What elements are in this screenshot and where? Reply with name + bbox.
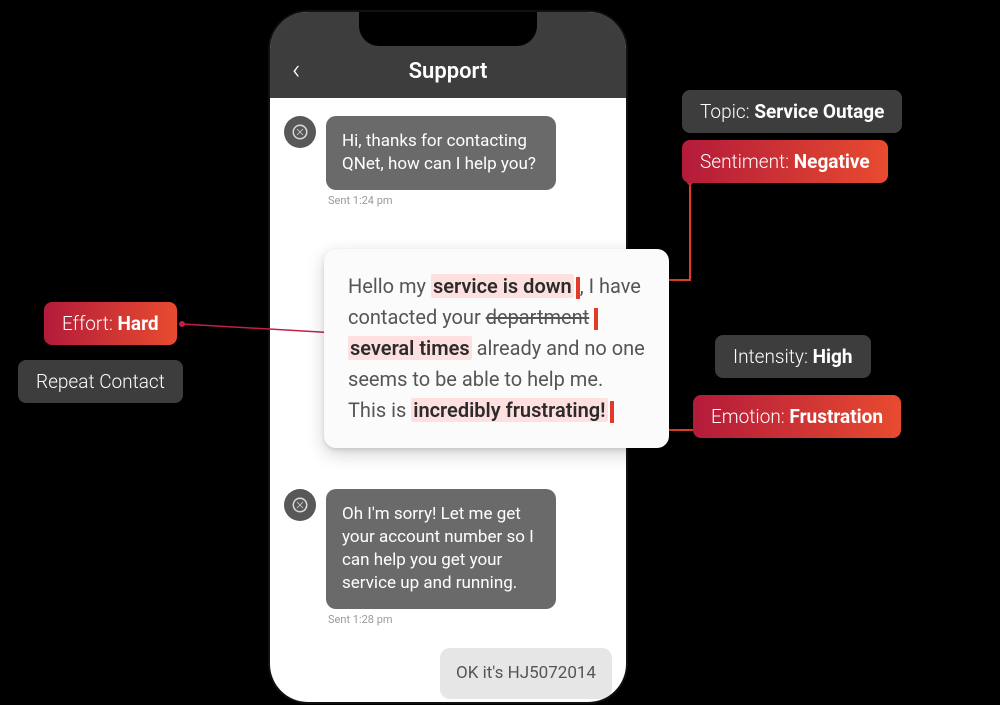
- tag-label: Topic:: [700, 100, 754, 123]
- tag-value: High: [813, 345, 853, 368]
- highlighted-user-message: Hello my service is down, I have contact…: [324, 249, 669, 448]
- tag-intensity: Intensity: High: [715, 335, 871, 378]
- tag-repeat-contact: Repeat Contact: [18, 360, 183, 403]
- msg-text: Hello my: [348, 274, 431, 298]
- tag-label: Effort:: [62, 312, 118, 335]
- tag-emotion: Emotion: Frustration: [693, 395, 901, 438]
- highlight-service-down: service is down: [431, 274, 574, 298]
- tag-label: Emotion:: [711, 405, 789, 428]
- agent-message-bubble: Hi, thanks for contacting QNet, how can …: [326, 116, 556, 190]
- user-message-row: OK it's HJ5072014: [284, 648, 612, 699]
- tag-label: Intensity:: [733, 345, 813, 368]
- tag-topic: Topic: Service Outage: [682, 90, 902, 133]
- tag-label: Sentiment:: [700, 150, 794, 173]
- struck-text: department: [486, 305, 590, 329]
- agent-message-row: Oh I'm sorry! Let me get your account nu…: [284, 489, 612, 609]
- highlight-marker-icon: [610, 401, 614, 423]
- tag-effort: Effort: Hard: [44, 302, 177, 345]
- message-timestamp: Sent 1:28 pm: [328, 613, 612, 626]
- tag-value: Frustration: [789, 405, 883, 428]
- tag-label: Repeat Contact: [36, 370, 165, 393]
- highlight-marker-icon: [594, 308, 598, 330]
- user-message-bubble: OK it's HJ5072014: [440, 648, 612, 699]
- agent-avatar-icon: [284, 489, 316, 521]
- highlight-frustrating: incredibly frustrating!: [411, 398, 607, 422]
- agent-avatar-icon: [284, 116, 316, 148]
- header-title: Support: [290, 59, 606, 84]
- agent-message-bubble: Oh I'm sorry! Let me get your account nu…: [326, 489, 556, 609]
- tag-value: Hard: [118, 312, 159, 335]
- tag-value: Negative: [794, 150, 870, 173]
- highlight-several-times: several times: [348, 336, 472, 360]
- back-icon[interactable]: ‹: [292, 56, 300, 84]
- tag-value: Service Outage: [754, 100, 884, 123]
- message-timestamp: Sent 1:24 pm: [328, 194, 612, 207]
- phone-notch: [359, 12, 537, 46]
- agent-message-row: Hi, thanks for contacting QNet, how can …: [284, 116, 612, 190]
- tag-sentiment: Sentiment: Negative: [682, 140, 888, 183]
